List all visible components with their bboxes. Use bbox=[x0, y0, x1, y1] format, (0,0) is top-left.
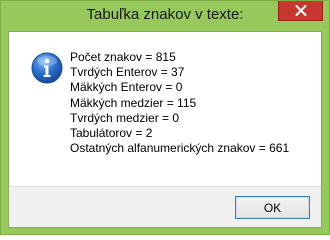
close-button[interactable] bbox=[278, 1, 323, 21]
message-line-other-alnum: Ostatných alfanumerických znakov = 661 bbox=[70, 141, 290, 156]
close-icon bbox=[295, 5, 307, 16]
message-line-char-count: Počet znakov = 815 bbox=[70, 50, 176, 64]
message-line-hard-spaces: Tvrdých medzier = 0 bbox=[70, 110, 180, 125]
message-line-soft-enters: Mäkkých Enterov = 0 bbox=[70, 80, 183, 95]
message-text: Počet znakov = 815 Tvrdých Enterov = 37 … bbox=[70, 50, 289, 156]
message-line-tabs: Tabulátorov = 2 bbox=[70, 126, 153, 141]
ok-button[interactable]: OK bbox=[235, 196, 310, 219]
dialog-content: Počet znakov = 815 Tvrdých Enterov = 37 … bbox=[8, 31, 322, 228]
message-line-hard-enters: Tvrdých Enterov = 37 bbox=[70, 65, 185, 80]
message-line-soft-spaces: Mäkkých medzier = 115 bbox=[70, 95, 197, 110]
title-bar[interactable]: Tabuľka znakov v texte: bbox=[1, 1, 329, 31]
message-dialog: Tabuľka znakov v texte: Počet znakov = 8… bbox=[0, 0, 330, 235]
info-icon bbox=[31, 52, 63, 84]
button-bar: OK bbox=[9, 186, 321, 227]
